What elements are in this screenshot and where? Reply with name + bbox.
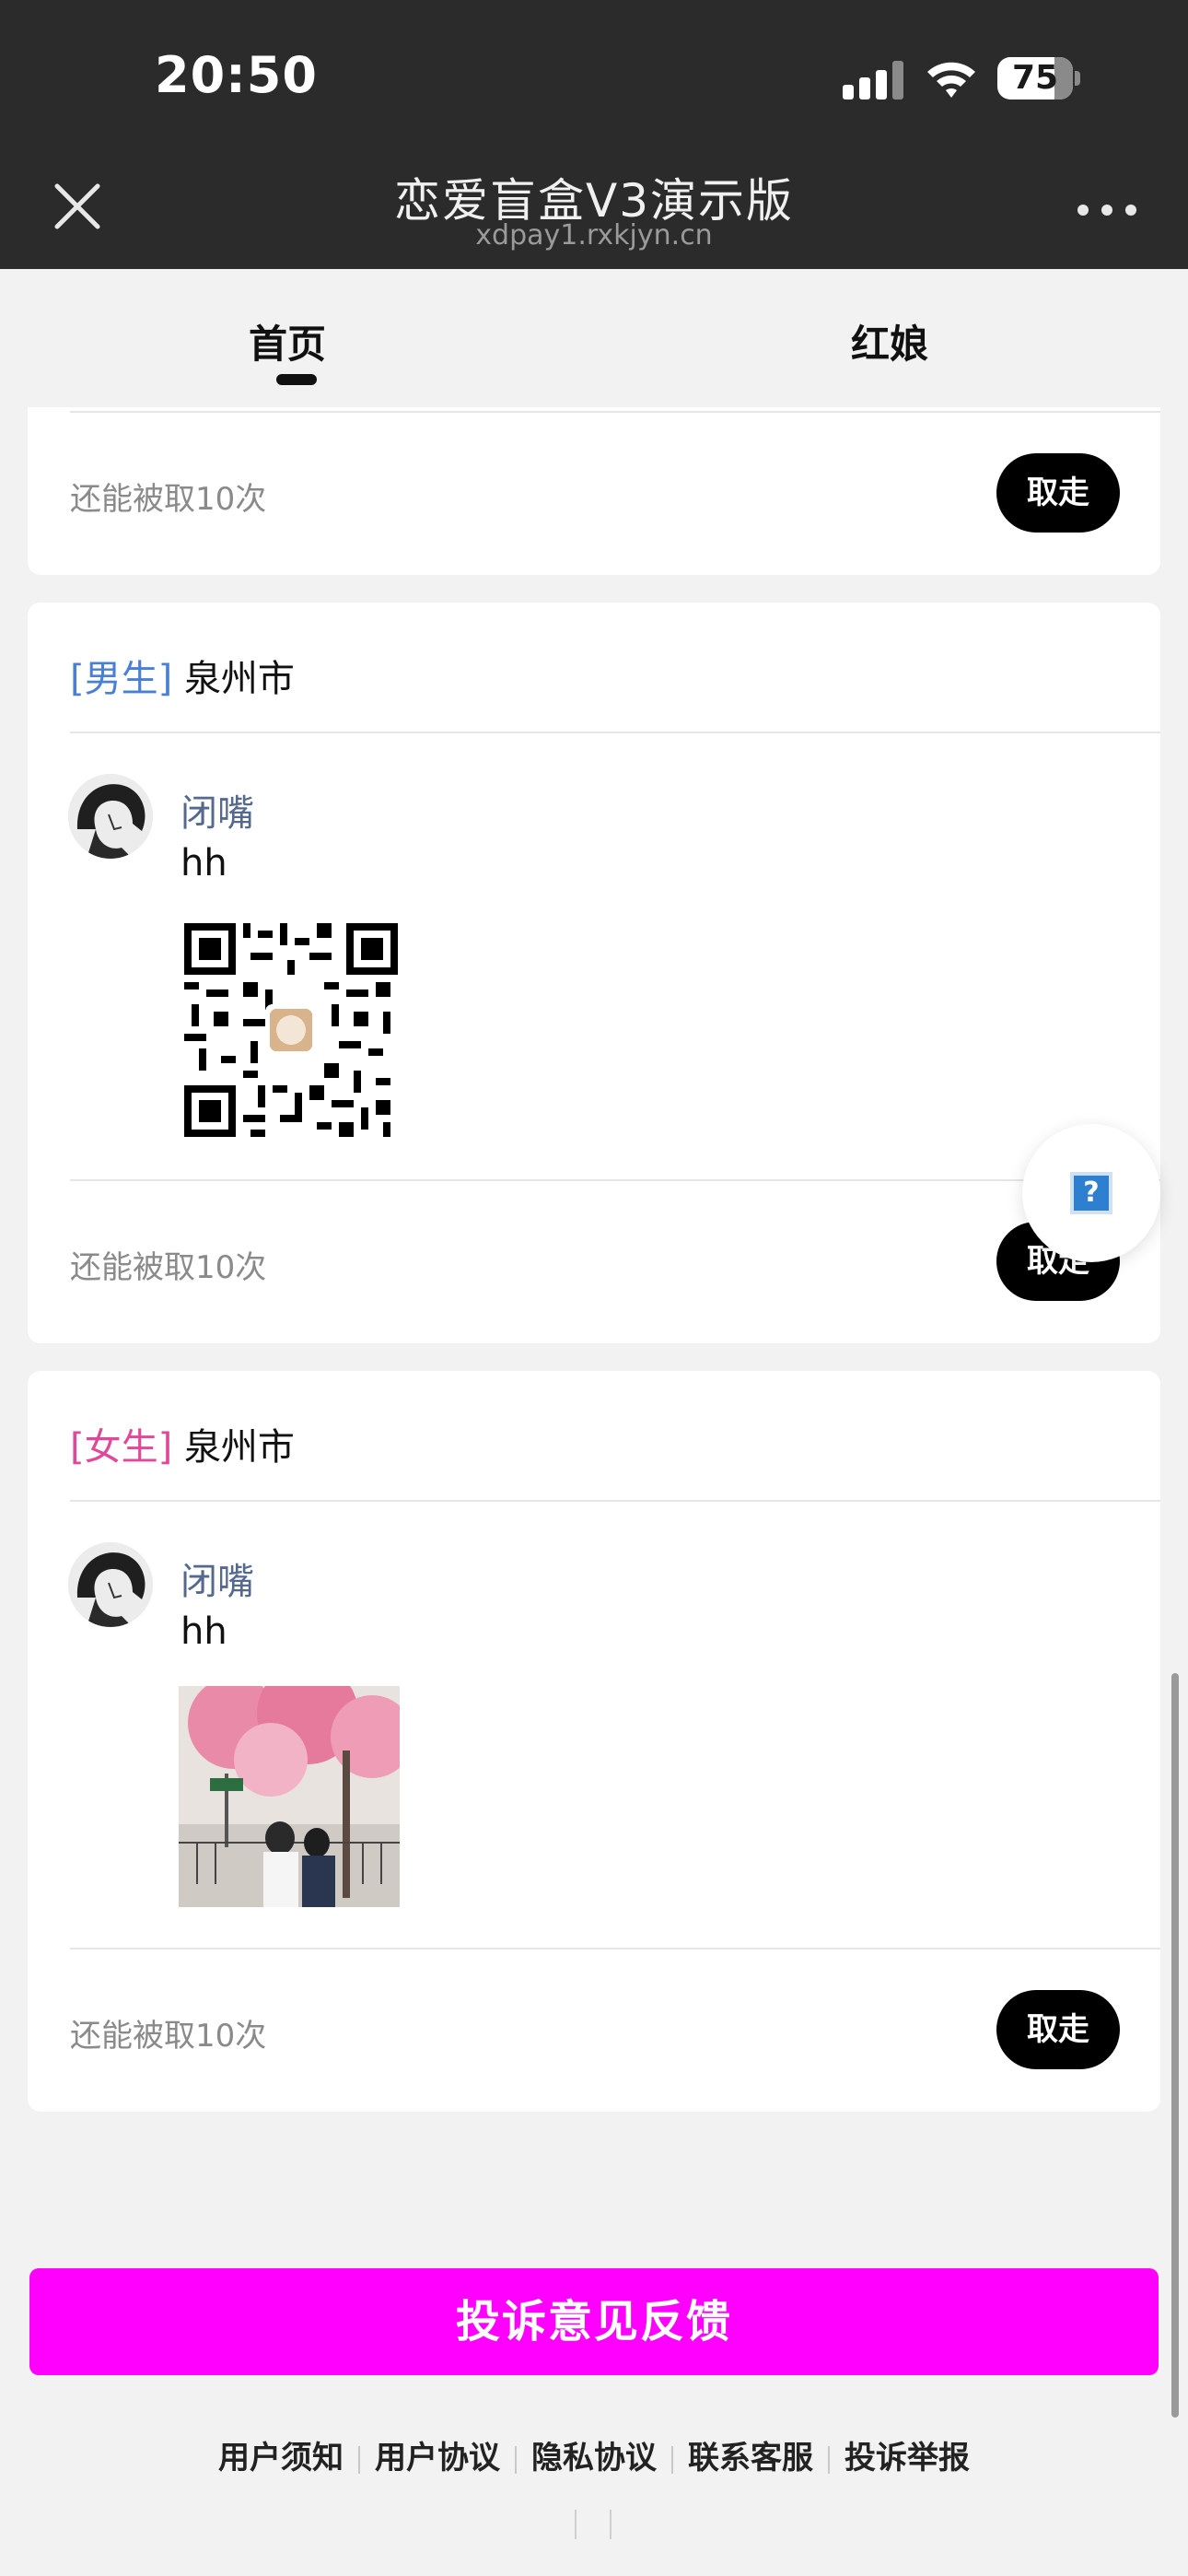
link-user-notice[interactable]: 用户须知 (209, 2432, 353, 2477)
blind-box-card: 还能被取10次 取走 (28, 407, 1160, 575)
divider (70, 732, 1160, 733)
cellular-signal-icon (843, 61, 903, 100)
battery-icon: 75 (997, 57, 1080, 100)
remaining-count: 还能被取10次 (70, 2018, 267, 2055)
city-label: 泉州市 (183, 658, 295, 700)
card-header: [男生] 泉州市 (70, 649, 295, 702)
remaining-count: 还能被取10次 (70, 1249, 267, 1286)
card-header: [女生] 泉州市 (70, 1417, 295, 1470)
battery-level: 75 (1011, 59, 1059, 97)
divider (358, 2445, 360, 2474)
remaining-count: 还能被取10次 (70, 481, 267, 518)
city-label: 泉州市 (183, 1426, 295, 1469)
top-bar: 20:50 75 恋爱盲盒V3演示版 xdpay1.rxkjyn.cn (0, 0, 1188, 269)
page-domain: xdpay1.rxkjyn.cn (475, 219, 713, 252)
footer-links: 用户须知 用户协议 隐私协议 联系客服 投诉举报 (0, 2432, 1188, 2477)
divider (70, 411, 1160, 413)
scrollbar[interactable] (1171, 1673, 1179, 2418)
link-user-agreement[interactable]: 用户协议 (366, 2432, 509, 2477)
status-time: 20:50 (155, 46, 318, 104)
more-options-icon[interactable] (1077, 201, 1140, 219)
link-privacy-policy[interactable]: 隐私协议 (522, 2432, 666, 2477)
divider (70, 1179, 1160, 1181)
attached-photo[interactable] (179, 1686, 400, 1907)
divider (515, 2445, 517, 2474)
blind-box-card: [男生] 泉州市 闭嘴 hh 还能被取10次 取走 (28, 603, 1160, 1343)
question-icon: ? (1070, 1172, 1112, 1214)
feedback-button[interactable]: 投诉意见反馈 (29, 2268, 1159, 2375)
divider (70, 1500, 1160, 1502)
tab-matchmaker[interactable]: 红娘 (851, 313, 928, 369)
avatar (68, 774, 153, 859)
divider (70, 1948, 1160, 1950)
help-button[interactable]: ? (1022, 1124, 1160, 1262)
divider (828, 2445, 830, 2474)
divider (671, 2445, 673, 2474)
tab-home[interactable]: 首页 (249, 313, 326, 369)
tab-selected-indicator (276, 374, 317, 385)
username: 闭嘴 (181, 1561, 254, 1603)
take-button[interactable]: 取走 (996, 453, 1120, 533)
link-report[interactable]: 投诉举报 (835, 2432, 979, 2477)
message-text: hh (181, 842, 227, 884)
wifi-icon (927, 62, 975, 98)
footer-separators (573, 2510, 615, 2539)
username: 闭嘴 (181, 792, 254, 835)
tab-bar: 首页 红娘 (0, 269, 1188, 405)
blind-box-card: [女生] 泉州市 闭嘴 hh 还能被取10次 取走 (28, 1371, 1160, 2112)
qr-code[interactable] (184, 923, 398, 1137)
gender-tag: [女生] (70, 1426, 173, 1469)
link-contact-support[interactable]: 联系客服 (679, 2432, 822, 2477)
avatar (68, 1542, 153, 1627)
message-text: hh (181, 1610, 227, 1653)
take-button[interactable]: 取走 (996, 1990, 1120, 2069)
gender-tag: [男生] (70, 658, 173, 700)
